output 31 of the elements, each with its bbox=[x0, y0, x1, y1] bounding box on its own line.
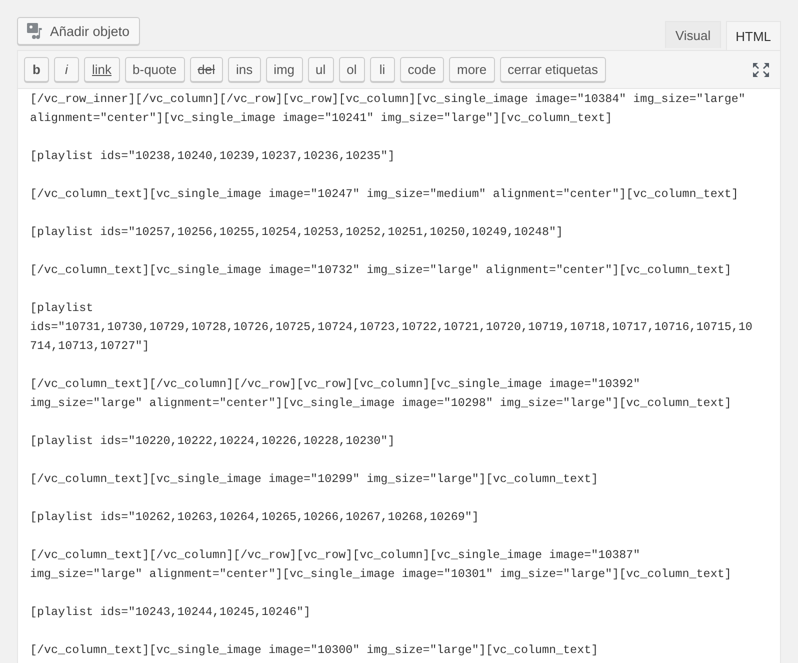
quicktag-button[interactable]: li bbox=[370, 57, 395, 82]
quicktag-button[interactable]: ins bbox=[228, 57, 261, 82]
quicktag-button[interactable]: b bbox=[24, 57, 49, 82]
code-text: [/vc_row_inner][/vc_column][/vc_row][vc_row][vc_column][vc_single_image image="10384" img_size="large" alignment="center"][vc_single_image image="10241" img_size="large"][vc_column_text] bbox=[30, 91, 746, 127]
quicktag-button[interactable]: more bbox=[449, 57, 495, 82]
quicktag-button[interactable]: del bbox=[190, 57, 223, 82]
quicktag-button[interactable]: ol bbox=[338, 57, 365, 82]
code-text: [/vc_column_text][vc_single_image image="10299" img_size="large"][vc_column_text] bbox=[30, 471, 598, 488]
media-icon bbox=[26, 22, 44, 40]
add-media-button[interactable]: Añadir objeto bbox=[17, 17, 140, 45]
quicktag-button[interactable]: i bbox=[54, 57, 79, 82]
code-text: [playlist ids="10243,10244,10245,10246"] bbox=[30, 604, 311, 621]
code-text: [/vc_column_text][vc_single_image image="10247" img_size="medium" alignment="center"][vc_column_text] bbox=[30, 186, 738, 203]
code-text: [playlist ids="10220,10222,10224,10226,10228,10230"] bbox=[30, 433, 395, 450]
quicktag-button[interactable]: b-quote bbox=[124, 57, 185, 82]
code-text: [playlist ids="10731,10730,10729,10728,10726,10725,10724,10723,10722,10721,10720,10719,10718,10717,10716,10715,10 714,10713,10727"] bbox=[30, 300, 752, 355]
code-text: [/vc_column_text][vc_single_image image="10732" img_size="large" alignment="center"][vc_column_text] bbox=[30, 262, 732, 279]
quicktag-button[interactable]: cerrar etiquetas bbox=[500, 57, 606, 82]
code-text: [playlist ids="10257,10256,10255,10254,10253,10252,10251,10250,10249,10248"] bbox=[30, 224, 564, 241]
quicktag-button[interactable]: img bbox=[266, 57, 303, 82]
code-text: [playlist ids="10238,10240,10239,10237,10236,10235"] bbox=[30, 148, 395, 165]
quicktag-button[interactable]: code bbox=[400, 57, 444, 82]
editor-tab[interactable]: Visual bbox=[665, 21, 721, 48]
code-text: [playlist ids="10262,10263,10264,10265,10266,10267,10268,10269"] bbox=[30, 509, 479, 526]
fullscreen-icon[interactable] bbox=[752, 62, 770, 78]
quicktag-button[interactable]: link bbox=[84, 57, 120, 82]
editor-tab[interactable]: HTML bbox=[726, 21, 781, 50]
code-text: [/vc_column_text][vc_single_image image="10300" img_size="large"][vc_column_text] bbox=[30, 642, 598, 659]
quicktag-button[interactable]: ul bbox=[308, 57, 334, 82]
code-text: [/vc_column_text][/vc_column][/vc_row][vc_row][vc_column][vc_single_image image="10387" img_size="large" alignment="center"][vc_single_image image="10301" img_size="large"][vc_column_text] bbox=[30, 547, 732, 583]
code-text: [/vc_column_text][/vc_column][/vc_row][vc_row][vc_column][vc_single_image image="10392" img_size="large" alignment="center"][vc_single_image image="10298" img_size="large"][vc_column_text] bbox=[30, 376, 732, 412]
